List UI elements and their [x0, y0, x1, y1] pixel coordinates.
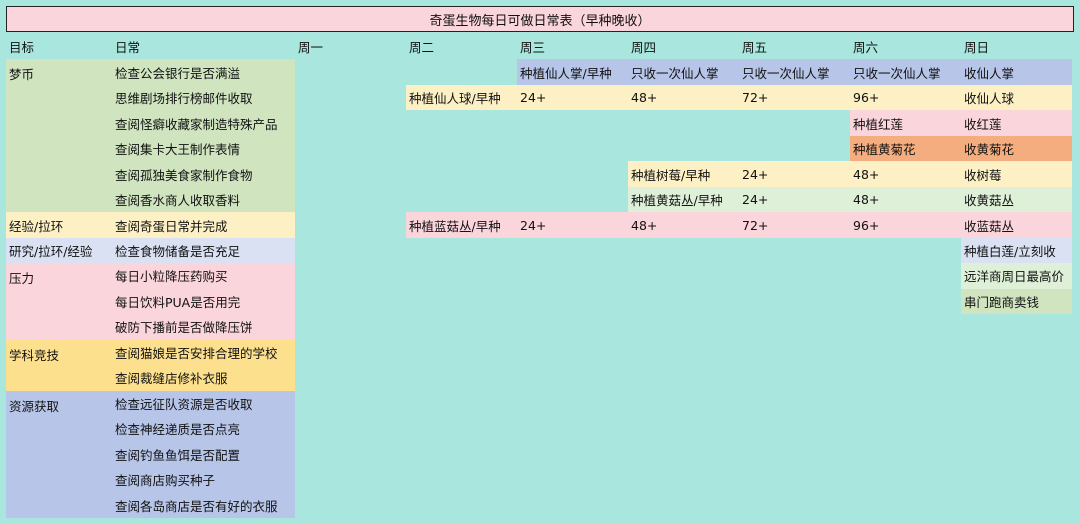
task-tailor[interactable]: 查阅裁缝店修补衣服 — [112, 365, 295, 391]
ymush-48[interactable]: 48+ — [850, 186, 961, 213]
bmush-harvest[interactable]: 收蓝菇丛 — [961, 212, 1072, 238]
task-food-stock[interactable]: 检查食物储备是否充足 — [112, 237, 295, 264]
task-theater-mail[interactable]: 思维剧场排行榜邮件收取 — [112, 84, 295, 111]
ymush-plant[interactable]: 种植黄菇丛/早种 — [628, 186, 739, 213]
bmush-48[interactable]: 48+ — [628, 212, 739, 238]
header-sunday[interactable]: 周日 — [961, 34, 1072, 59]
bmush-plant[interactable]: 种植蓝菇丛/早种 — [406, 212, 517, 238]
task-card-king[interactable]: 查阅集卡大王制作表情 — [112, 135, 295, 162]
lotus-harvest[interactable]: 收红莲 — [961, 110, 1072, 136]
task-perfume[interactable]: 查阅香水商人收取香料 — [112, 186, 295, 213]
ball-harvest[interactable]: 收仙人球 — [961, 84, 1072, 111]
header-goal[interactable]: 目标 — [6, 34, 112, 59]
header-friday[interactable]: 周五 — [739, 34, 850, 59]
task-collector[interactable]: 查阅怪癖收藏家制造特殊产品 — [112, 110, 295, 136]
task-bait[interactable]: 查阅钓鱼鱼饵是否配置 — [112, 441, 295, 467]
header-wednesday[interactable]: 周三 — [517, 34, 628, 59]
category-dream-coin[interactable]: 梦币 — [6, 59, 112, 213]
berry-24[interactable]: 24+ — [739, 161, 850, 187]
white-lotus[interactable]: 种植白莲/立刻收 — [961, 237, 1072, 264]
ball-24[interactable]: 24+ — [517, 84, 628, 111]
ball-96[interactable]: 96+ — [850, 84, 961, 111]
bmush-72[interactable]: 72+ — [739, 212, 850, 238]
header-daily[interactable]: 日常 — [112, 34, 295, 59]
ball-48[interactable]: 48+ — [628, 84, 739, 111]
ymush-24[interactable]: 24+ — [739, 186, 850, 213]
chrys-plant[interactable]: 种植黄菊花 — [850, 135, 961, 162]
category-academic[interactable]: 学科竞技 — [6, 339, 112, 391]
berry-harvest[interactable]: 收树莓 — [961, 161, 1072, 187]
task-seeds[interactable]: 查阅商店购买种子 — [112, 466, 295, 493]
header-monday[interactable]: 周一 — [295, 34, 406, 59]
berry-plant[interactable]: 种植树莓/早种 — [628, 161, 739, 187]
cactus-sat[interactable]: 只收一次仙人掌 — [850, 59, 961, 85]
ocean-merchant[interactable]: 远洋商周日最高价 — [961, 263, 1072, 289]
category-resources[interactable]: 资源获取 — [6, 390, 112, 518]
task-egg-daily[interactable]: 查阅奇蛋日常并完成 — [112, 212, 295, 238]
task-expedition[interactable]: 检查远征队资源是否收取 — [112, 390, 295, 417]
cactus-harvest[interactable]: 收仙人掌 — [961, 59, 1072, 85]
category-pressure[interactable]: 压力 — [6, 263, 112, 340]
header-tuesday[interactable]: 周二 — [406, 34, 517, 59]
ymush-harvest[interactable]: 收黄菇丛 — [961, 186, 1072, 213]
lotus-plant[interactable]: 种植红莲 — [850, 110, 961, 136]
task-island-shop[interactable]: 查阅各岛商店是否有好的衣服 — [112, 492, 295, 518]
task-catgirl-school[interactable]: 查阅猫娘是否安排合理的学校 — [112, 339, 295, 366]
category-research[interactable]: 研究/拉环/经验 — [6, 237, 112, 264]
visit-trade[interactable]: 串门跑商卖钱 — [961, 288, 1072, 315]
header-thursday[interactable]: 周四 — [628, 34, 739, 59]
cactus-thu[interactable]: 只收一次仙人掌 — [628, 59, 739, 85]
header-saturday[interactable]: 周六 — [850, 34, 961, 59]
cactus-fri[interactable]: 只收一次仙人掌 — [739, 59, 850, 85]
ball-72[interactable]: 72+ — [739, 84, 850, 111]
category-exp-ring[interactable]: 经验/拉环 — [6, 212, 112, 238]
task-neuro[interactable]: 检查神经递质是否点亮 — [112, 416, 295, 442]
schedule-grid: 目标 日常 周一 周二 周三 周四 周五 周六 周日 梦币 经验/拉环 研究/拉… — [6, 34, 1072, 518]
cactus-plant[interactable]: 种植仙人掌/早种 — [517, 59, 628, 85]
task-drink[interactable]: 每日饮料PUA是否用完 — [112, 288, 295, 315]
task-guild-bank[interactable]: 检查公会银行是否满溢 — [112, 59, 295, 85]
task-pills[interactable]: 每日小粒降压药购买 — [112, 263, 295, 289]
task-cake[interactable]: 破防下播前是否做降压饼 — [112, 314, 295, 340]
ball-plant[interactable]: 种植仙人球/早种 — [406, 84, 517, 111]
task-gourmet[interactable]: 查阅孤独美食家制作食物 — [112, 161, 295, 187]
sheet-title: 奇蛋生物每日可做日常表（早种晚收） — [6, 6, 1074, 32]
bmush-96[interactable]: 96+ — [850, 212, 961, 238]
bmush-24[interactable]: 24+ — [517, 212, 628, 238]
berry-48[interactable]: 48+ — [850, 161, 961, 187]
chrys-harvest[interactable]: 收黄菊花 — [961, 135, 1072, 162]
